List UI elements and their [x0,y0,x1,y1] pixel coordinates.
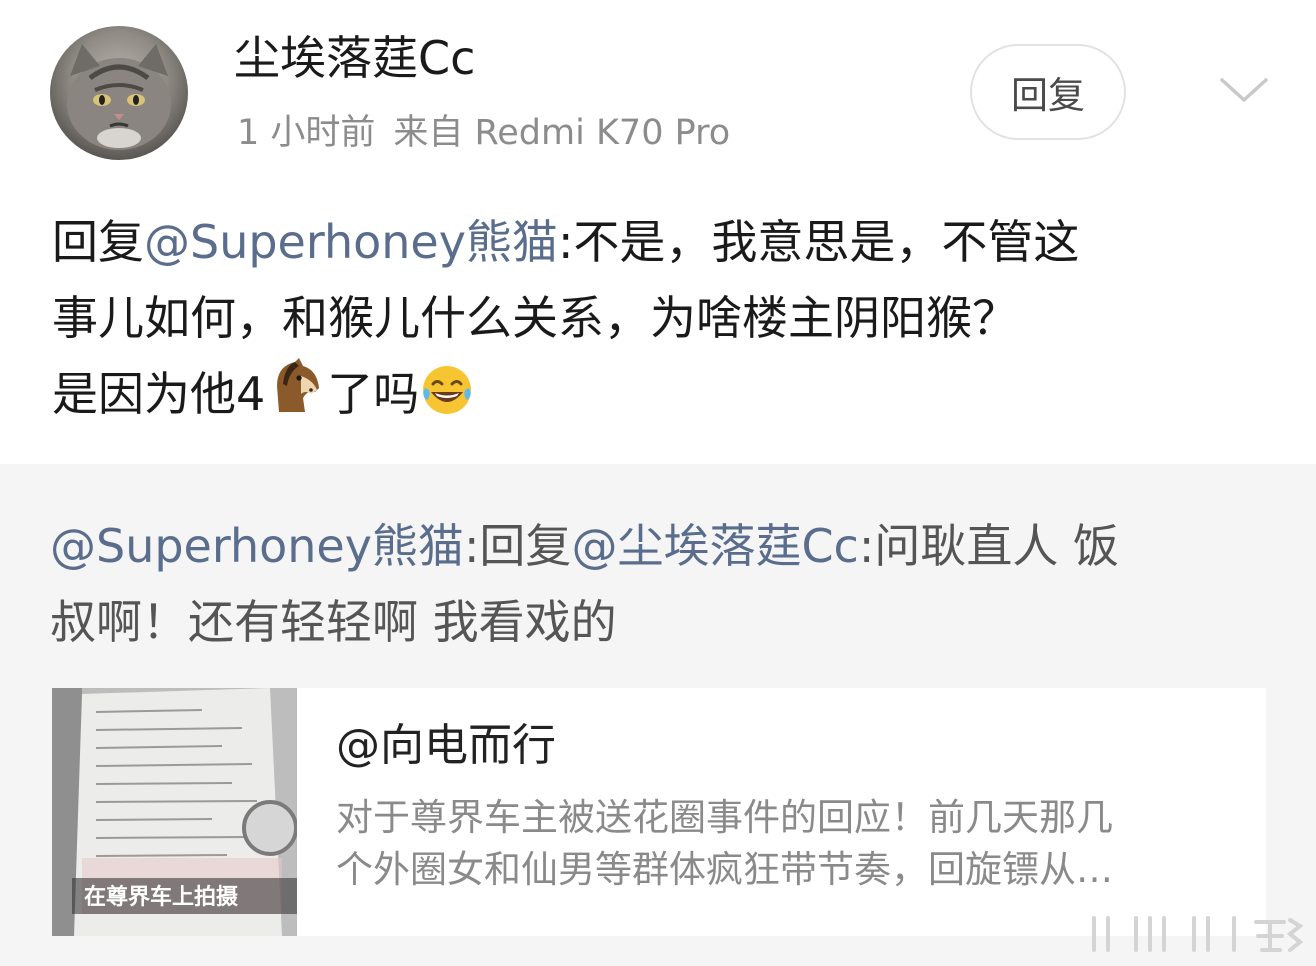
avatar[interactable] [50,26,188,160]
cat-avatar-image [67,44,171,150]
content-text: :不是，我意思是，不管这 [557,215,1080,269]
card-thumbnail: 在尊界车上拍摄 [52,688,297,936]
document-photo-thumbnail: 在尊界车上拍摄 [52,688,297,936]
quote-separator: :回复 [463,519,572,573]
mention-link[interactable]: @Superhoney熊猫 [144,215,558,269]
thumbnail-caption: 在尊界车上拍摄 [84,884,239,910]
post-meta: 1 小时前 来自 Redmi K70 Pro [237,112,730,154]
link-card[interactable]: 在尊界车上拍摄 @向电而行 对于尊界车主被送花圈事件的回应！前几天那几 个外圈女… [52,688,1266,936]
quoted-reply-text: @Superhoney熊猫:回复@尘埃落莛Cc:问耿直人 饭 叔啊！还有轻轻啊 … [50,508,1250,660]
card-description: 对于尊界车主被送花圈事件的回应！前几天那几 个外圈女和仙男等群体疯狂带节奏，回旋… [336,792,1236,896]
horse-face-emoji-icon [277,358,320,412]
comment-post: 尘埃落莛Cc 1 小时前 来自 Redmi K70 Pro 回复 回复@Super… [0,0,1316,464]
content-line-2: 事儿如何，和猴儿什么关系，为啥楼主阴阳猴？ [52,291,1018,345]
reply-prefix: 回复 [52,215,144,269]
post-time: 1 小时前 [237,113,376,153]
content-line-1: 回复@Superhoney熊猫:不是，我意思是，不管这 [52,204,1282,280]
quoted-reply[interactable]: @Superhoney熊猫:回复@尘埃落莛Cc:问耿直人 饭 叔啊！还有轻轻啊 … [0,464,1316,966]
quote-author-link[interactable]: @Superhoney熊猫 [50,519,464,573]
post-source: 来自 Redmi K70 Pro [393,113,731,153]
quote-line-2: 叔啊！还有轻轻啊 我看戏的 [50,595,617,649]
content-text: 是因为他4 [52,367,266,421]
laughing-tears-emoji-icon [423,366,472,414]
quote-line-1: @Superhoney熊猫:回复@尘埃落莛Cc:问耿直人 饭 [50,508,1250,584]
card-desc-line-2: 个外圈女和仙男等群体疯狂带节奏，回旋镖从… [336,848,1113,891]
reply-button[interactable]: 回复 [970,44,1126,140]
content-text: 了吗 [327,367,420,421]
username[interactable]: 尘埃落莛Cc [234,30,475,86]
chevron-down-icon[interactable] [1218,72,1270,108]
quote-text: :问耿直人 饭 [858,519,1119,573]
card-desc-line-1: 对于尊界车主被送花圈事件的回应！前几天那几 [336,796,1113,839]
quote-mention-link[interactable]: @尘埃落莛Cc [571,519,858,573]
content-line-3: 是因为他4 了吗 [52,356,1282,432]
card-title: @向电而行 [336,720,556,771]
weibo-watermark-icon [1092,916,1304,952]
comment-content: 回复@Superhoney熊猫:不是，我意思是，不管这 事儿如何，和猴儿什么关系… [52,204,1282,432]
